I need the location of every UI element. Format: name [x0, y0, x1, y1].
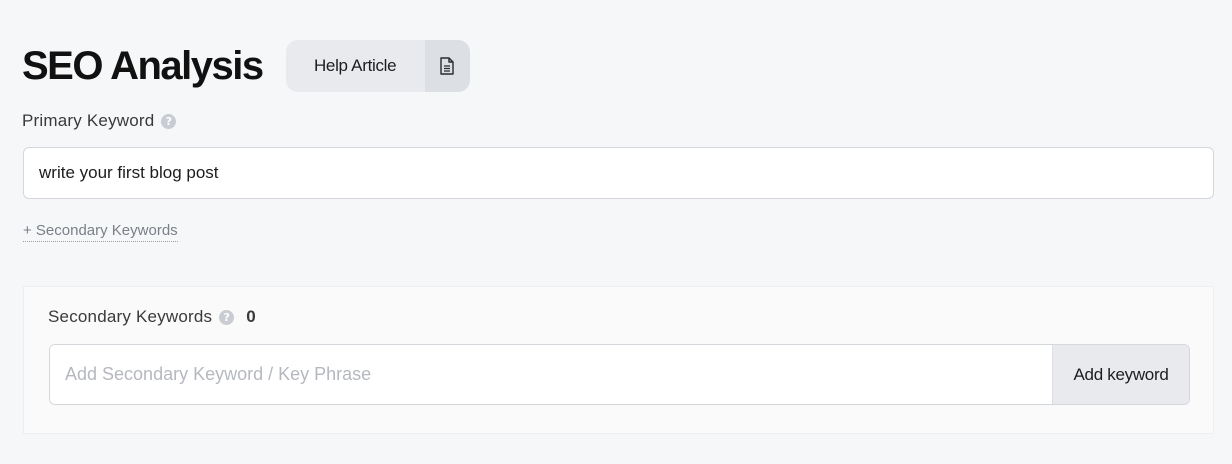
primary-keyword-label-row: Primary Keyword ?: [22, 111, 177, 131]
document-icon: [440, 57, 454, 75]
page-title: SEO Analysis: [22, 44, 264, 88]
help-article-button[interactable]: Help Article: [286, 40, 425, 92]
help-article-group: Help Article: [285, 40, 470, 92]
secondary-keywords-label-row: Secondary Keywords ? 0: [48, 307, 256, 327]
header: SEO Analysis Help Article: [22, 40, 470, 92]
question-icon[interactable]: ?: [219, 309, 235, 325]
primary-keyword-input[interactable]: [23, 147, 1214, 199]
add-keyword-button[interactable]: Add keyword: [1052, 345, 1189, 404]
secondary-keywords-panel: Secondary Keywords ? 0 Add keyword: [23, 286, 1214, 434]
primary-keyword-label: Primary Keyword: [22, 111, 155, 130]
secondary-keyword-input[interactable]: [50, 345, 1052, 404]
secondary-keywords-count: 0: [246, 307, 256, 326]
secondary-keywords-label: Secondary Keywords: [48, 307, 213, 326]
seo-analysis-page: SEO Analysis Help Article Primary Keywor…: [0, 0, 1232, 464]
secondary-keyword-input-group: Add keyword: [49, 344, 1190, 405]
add-secondary-keywords-link[interactable]: + Secondary Keywords: [23, 222, 178, 242]
question-icon[interactable]: ?: [161, 113, 177, 129]
document-icon-button[interactable]: [424, 40, 470, 92]
